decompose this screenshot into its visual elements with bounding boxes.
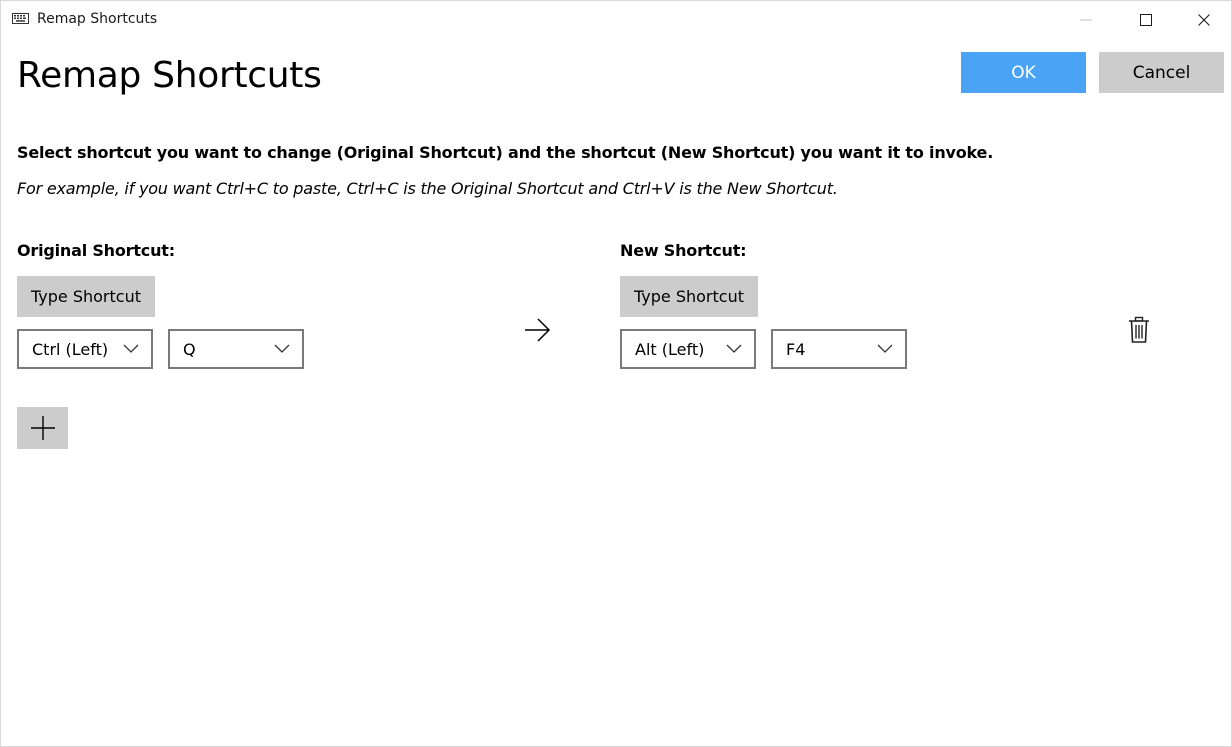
cancel-button[interactable]: Cancel bbox=[1099, 52, 1224, 93]
add-shortcut-button[interactable] bbox=[17, 407, 68, 449]
close-icon bbox=[1198, 14, 1210, 26]
dropdown-value: Q bbox=[183, 340, 196, 359]
close-button[interactable] bbox=[1175, 1, 1231, 39]
dropdown-value: Alt (Left) bbox=[635, 340, 705, 359]
maximize-button[interactable] bbox=[1117, 1, 1175, 39]
new-shortcut-heading: New Shortcut: bbox=[620, 241, 747, 260]
ok-button[interactable]: OK bbox=[961, 52, 1086, 93]
original-modifier-dropdown[interactable]: Ctrl (Left) bbox=[17, 329, 153, 369]
page-title: Remap Shortcuts bbox=[17, 55, 322, 96]
dropdown-value: F4 bbox=[786, 340, 806, 359]
dropdown-value: Ctrl (Left) bbox=[32, 340, 109, 359]
new-key-dropdown[interactable]: F4 bbox=[771, 329, 907, 369]
minimize-icon bbox=[1080, 19, 1092, 21]
right-arrow-icon bbox=[525, 318, 551, 342]
trash-icon bbox=[1129, 316, 1149, 343]
window-title: Remap Shortcuts bbox=[37, 11, 158, 27]
chevron-down-icon bbox=[123, 344, 139, 353]
plus-icon bbox=[30, 416, 55, 440]
keyboard-icon bbox=[12, 13, 29, 24]
title-bar[interactable]: Remap Shortcuts bbox=[1, 1, 1231, 39]
chevron-down-icon bbox=[726, 344, 742, 353]
chevron-down-icon bbox=[877, 344, 893, 353]
instruction-text: Select shortcut you want to change (Orig… bbox=[17, 143, 994, 162]
new-modifier-dropdown[interactable]: Alt (Left) bbox=[620, 329, 756, 369]
maximize-icon bbox=[1140, 14, 1152, 26]
original-type-shortcut-button[interactable]: Type Shortcut bbox=[17, 276, 155, 317]
delete-row-button[interactable] bbox=[1125, 314, 1153, 346]
original-shortcut-heading: Original Shortcut: bbox=[17, 241, 175, 260]
chevron-down-icon bbox=[274, 344, 290, 353]
original-key-dropdown[interactable]: Q bbox=[168, 329, 304, 369]
new-type-shortcut-button[interactable]: Type Shortcut bbox=[620, 276, 758, 317]
remap-shortcuts-window: Remap Shortcuts Remap Shortcuts OK Cance… bbox=[0, 0, 1232, 747]
minimize-button[interactable] bbox=[1057, 1, 1115, 39]
example-text: For example, if you want Ctrl+C to paste… bbox=[17, 179, 838, 198]
